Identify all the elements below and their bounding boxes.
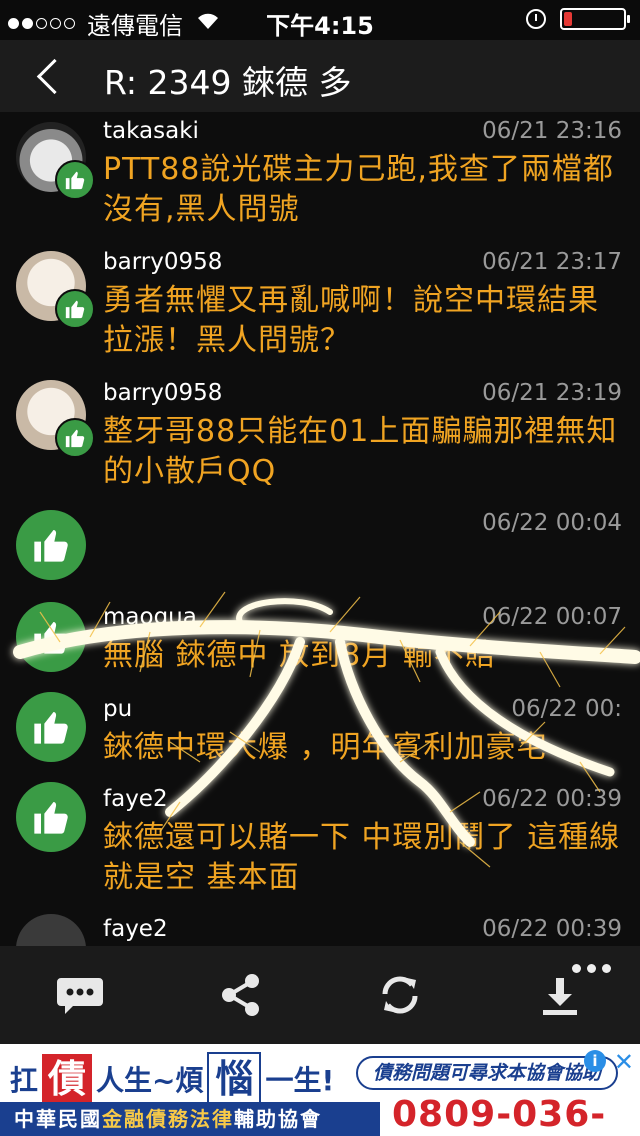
- ad-headline: 扛 債 人生~煩 惱 一生!: [10, 1052, 334, 1106]
- share-button[interactable]: [210, 965, 270, 1025]
- status-bar: 遠傳電信 下午4:15: [0, 0, 640, 40]
- post-date: 06/22 00:39: [482, 916, 622, 942]
- list-item[interactable]: faye2 06/22 00:39: [0, 910, 640, 946]
- like-icon: [55, 418, 95, 458]
- list-item[interactable]: maogua 06/22 00:07 無腦 錸德中 放到8月 輸不賠: [0, 598, 640, 688]
- battery-icon: [560, 8, 630, 30]
- like-avatar-icon[interactable]: [16, 510, 86, 580]
- post-message: 勇者無懼又再亂喊啊！說空中環結果拉漲！黑人問號？: [103, 283, 599, 358]
- nav-header: R: 2349 錸德 多: [0, 40, 640, 112]
- back-button[interactable]: [32, 54, 72, 98]
- comment-icon: [57, 978, 103, 1014]
- post-username[interactable]: takasaki: [103, 118, 199, 144]
- post-date: 06/22 00:39: [482, 786, 622, 812]
- post-date: 06/22 00:04: [482, 510, 622, 536]
- list-item[interactable]: 06/22 00:04: [0, 504, 640, 594]
- list-item[interactable]: barry0958 06/21 23:17 勇者無懼又再亂喊啊！說空中環結果拉漲…: [0, 243, 640, 371]
- avatar[interactable]: [16, 914, 86, 946]
- post-message: 無腦 錸德中 放到8月 輸不賠: [103, 638, 496, 673]
- post-message: PTT88說光碟主力己跑,我查了兩檔都沒有,黑人問號: [103, 152, 614, 227]
- alarm-icon: [526, 9, 546, 29]
- ad-close-icon[interactable]: ✕: [614, 1048, 634, 1076]
- list-item[interactable]: pu 06/22 00: 錸德中環大爆 ，明年賓利加豪宅: [0, 690, 640, 780]
- ad-headline-highlight: 債: [42, 1054, 93, 1104]
- post-date: 06/21 23:19: [482, 380, 622, 406]
- share-icon: [222, 974, 259, 1016]
- post-date: 06/22 00:07: [482, 604, 622, 630]
- ad-info-icon[interactable]: i: [584, 1050, 606, 1072]
- like-avatar-icon[interactable]: [16, 692, 86, 762]
- post-message: 錸德還可以賭一下 中環別鬧了 這種線就是空 基本面: [103, 820, 621, 895]
- post-list[interactable]: takasaki 06/21 23:16 PTT88說光碟主力己跑,我查了兩檔都…: [0, 112, 640, 946]
- ad-org-text: 中華民國: [14, 1107, 102, 1131]
- ad-headline-text: 人生~煩: [96, 1064, 204, 1097]
- list-item[interactable]: takasaki 06/21 23:16 PTT88說光碟主力己跑,我查了兩檔都…: [0, 112, 640, 240]
- ad-phone-number[interactable]: 0809-036-102: [392, 1094, 640, 1136]
- ad-organization: 中華民國金融債務法律輔助協會: [0, 1102, 380, 1136]
- like-avatar-icon[interactable]: [16, 602, 86, 672]
- ad-banner[interactable]: 扛 債 人生~煩 惱 一生! 債務問題可尋求本協會協助 中華民國金融債務法律輔助…: [0, 1044, 640, 1136]
- post-username[interactable]: pu: [103, 696, 132, 722]
- post-message: 錸德中環大爆 ，明年賓利加豪宅: [103, 730, 548, 765]
- list-item[interactable]: barry0958 06/21 23:19 整牙哥88只能在01上面騙騙那裡無知…: [0, 374, 640, 502]
- comment-button[interactable]: [50, 965, 110, 1025]
- post-message: 整牙哥88只能在01上面騙騙那裡無知的小散戶QQ: [103, 414, 618, 489]
- like-icon: [55, 289, 95, 329]
- ad-org-highlight: 金融債務法律: [102, 1107, 234, 1131]
- page-title: R: 2349 錸德 多: [104, 63, 352, 102]
- ad-tagline: 債務問題可尋求本協會協助: [356, 1056, 618, 1090]
- post-username[interactable]: faye2: [103, 786, 168, 812]
- more-button[interactable]: [572, 964, 612, 980]
- post-username[interactable]: barry0958: [103, 249, 222, 275]
- post-username[interactable]: maogua: [103, 604, 197, 630]
- ad-org-text: 輔助協會: [234, 1107, 322, 1131]
- ad-headline-text: 扛: [10, 1064, 39, 1097]
- refresh-button[interactable]: [370, 965, 430, 1025]
- post-date: 06/21 23:17: [482, 249, 622, 275]
- post-username[interactable]: faye2: [103, 916, 168, 942]
- ad-headline-highlight: 惱: [207, 1052, 262, 1106]
- post-date: 06/22 00:: [511, 696, 622, 722]
- more-icon: [572, 964, 581, 973]
- bottom-toolbar: [0, 946, 640, 1044]
- like-icon: [55, 160, 95, 200]
- post-username[interactable]: barry0958: [103, 380, 222, 406]
- ad-headline-text: 一生!: [265, 1064, 335, 1097]
- list-item[interactable]: faye2 06/22 00:39 錸德還可以賭一下 中環別鬧了 這種線就是空 …: [0, 780, 640, 908]
- like-avatar-icon[interactable]: [16, 782, 86, 852]
- post-date: 06/21 23:16: [482, 118, 622, 144]
- refresh-icon: [382, 976, 418, 1014]
